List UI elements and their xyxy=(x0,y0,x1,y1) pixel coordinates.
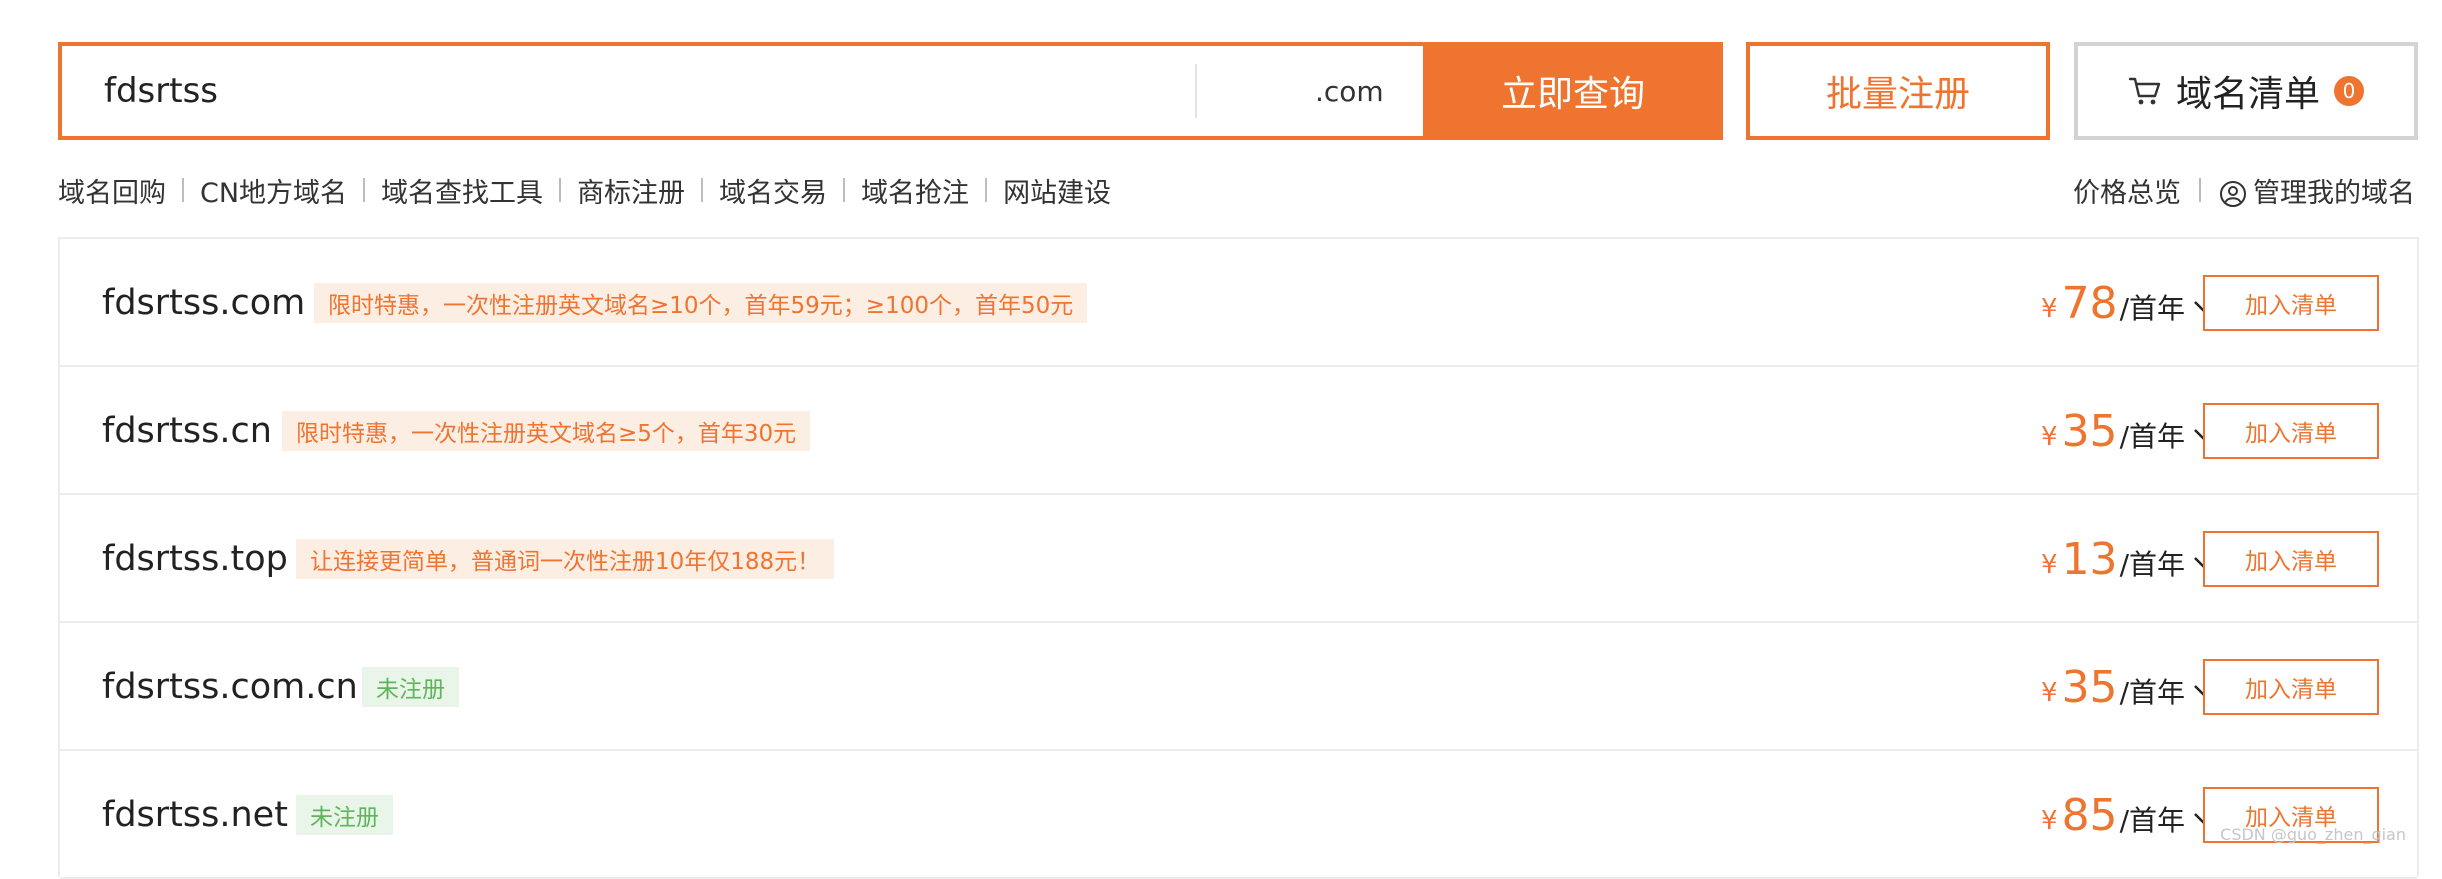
nav-link-domain-trading[interactable]: 域名交易 xyxy=(719,171,827,210)
nav-link-domain-buyback[interactable]: 域名回购 xyxy=(58,171,166,210)
manage-domains-link[interactable]: 管理我的域名 xyxy=(2219,171,2415,210)
price: ¥ 78 /首年 xyxy=(2041,239,2215,367)
search-box: .com 立即查询 xyxy=(58,42,1723,140)
add-to-list-button[interactable]: 加入清单 xyxy=(2203,275,2379,331)
search-button[interactable]: 立即查询 xyxy=(1423,46,1723,136)
domain-results-list: fdsrtss.com 限时特惠，一次性注册英文域名≥10个，首年59元；≥10… xyxy=(58,237,2419,879)
domain-result-row: fdsrtss.cn 限时特惠，一次性注册英文域名≥5个，首年30元 ¥ 35 … xyxy=(60,367,2417,495)
sub-nav: 域名回购 CN地方域名 域名查找工具 商标注册 域名交易 域名抢注 网站建设 xyxy=(58,170,1111,210)
nav-separator xyxy=(843,178,846,202)
bulk-register-button[interactable]: 批量注册 xyxy=(1746,42,2050,140)
tld-select[interactable]: .com xyxy=(1197,46,1456,136)
nav-separator xyxy=(182,178,184,202)
promo-tag: 限时特惠，一次性注册英文域名≥5个，首年30元 xyxy=(282,411,811,451)
cart-label: 域名清单 xyxy=(2175,74,2320,115)
nav-link-cn-regional-domain[interactable]: CN地方域名 xyxy=(200,171,347,210)
nav-link-domain-finder-tool[interactable]: 域名查找工具 xyxy=(381,171,543,210)
domain-name: fdsrtss.cn xyxy=(102,411,272,451)
domain-result-row: fdsrtss.com.cn 未注册 ¥ 35 /首年 加入清单 xyxy=(60,623,2417,751)
cart-count-badge: 0 xyxy=(2334,76,2364,106)
price-unit: /首年 xyxy=(2119,548,2185,581)
domain-cart-button[interactable]: 域名清单 0 xyxy=(2074,42,2418,140)
domain-name: fdsrtss.com.cn xyxy=(102,667,358,707)
domain-name: fdsrtss.com xyxy=(102,283,306,323)
user-icon xyxy=(2220,181,2246,207)
status-tag: 未注册 xyxy=(362,667,459,707)
nav-separator xyxy=(701,178,704,202)
promo-tag: 让连接更简单，普通词一次性注册10年仅188元！ xyxy=(296,539,835,579)
price-value: 78 xyxy=(2061,277,2118,329)
price: ¥ 35 /首年 xyxy=(2041,367,2215,495)
price-value: 35 xyxy=(2061,405,2118,457)
nav-link-domain-backorder[interactable]: 域名抢注 xyxy=(861,171,969,210)
price-value: 85 xyxy=(2061,789,2118,841)
currency-symbol: ¥ xyxy=(2041,550,2058,580)
domain-search-input[interactable] xyxy=(62,46,1195,136)
sub-nav-right: 价格总览 管理我的域名 xyxy=(2073,170,2415,210)
nav-separator xyxy=(363,178,366,202)
price-overview-link[interactable]: 价格总览 xyxy=(2073,171,2181,210)
domain-result-row: fdsrtss.top 让连接更简单，普通词一次性注册10年仅188元！ ¥ 1… xyxy=(60,495,2417,623)
watermark: CSDN @guo_zhen_qian xyxy=(2220,825,2406,844)
currency-symbol: ¥ xyxy=(2041,294,2058,324)
currency-symbol: ¥ xyxy=(2041,806,2058,836)
nav-separator xyxy=(985,178,988,202)
add-to-list-button[interactable]: 加入清单 xyxy=(2203,531,2379,587)
nav-separator xyxy=(2199,178,2201,202)
currency-symbol: ¥ xyxy=(2041,678,2058,708)
price-value: 35 xyxy=(2061,661,2118,713)
price: ¥ 35 /首年 xyxy=(2041,623,2215,751)
price-value: 13 xyxy=(2061,533,2118,585)
nav-link-website-building[interactable]: 网站建设 xyxy=(1003,171,1111,210)
tld-selected-value: .com xyxy=(1315,74,1384,108)
domain-name: fdsrtss.top xyxy=(102,539,288,579)
price-unit: /首年 xyxy=(2119,292,2185,325)
add-to-list-button[interactable]: 加入清单 xyxy=(2203,403,2379,459)
price-unit: /首年 xyxy=(2119,420,2185,453)
nav-link-trademark-registration[interactable]: 商标注册 xyxy=(577,171,685,210)
price: ¥ 13 /首年 xyxy=(2041,495,2215,623)
add-to-list-button[interactable]: 加入清单 xyxy=(2203,659,2379,715)
status-tag: 未注册 xyxy=(296,795,393,835)
promo-tag: 限时特惠，一次性注册英文域名≥10个，首年59元；≥100个，首年50元 xyxy=(314,283,1088,323)
price-unit: /首年 xyxy=(2119,676,2185,709)
nav-separator xyxy=(559,178,562,202)
price-unit: /首年 xyxy=(2119,804,2185,837)
domain-result-row: fdsrtss.com 限时特惠，一次性注册英文域名≥10个，首年59元；≥10… xyxy=(60,239,2417,367)
currency-symbol: ¥ xyxy=(2041,422,2058,452)
cart-icon xyxy=(2128,77,2161,105)
manage-domains-label: 管理我的域名 xyxy=(2253,177,2415,209)
